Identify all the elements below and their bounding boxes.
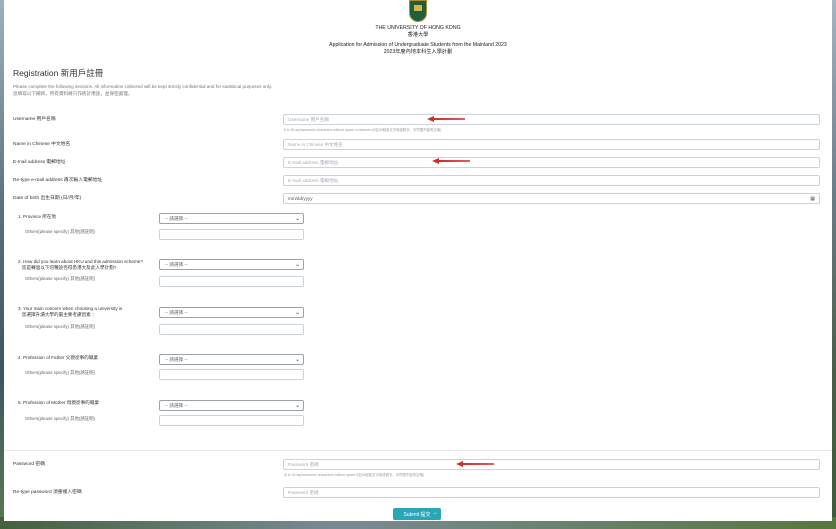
username-input[interactable]: Username 用戶名稱 (283, 114, 820, 125)
concern-other-input[interactable] (159, 324, 304, 335)
father-profession-select[interactable]: -- 請選擇 -- ⌄ (159, 354, 304, 365)
application-title-zh: 2023年度內地本科生入學計劃 (383, 49, 453, 55)
red-arrow-icon (427, 116, 465, 122)
question-5-other-label: Others(please specify) 其他(請註明) (25, 416, 96, 421)
submit-label: Submit 提交 (403, 512, 431, 518)
email-confirm-label: Re-type e-mail address 再次輸入電郵地址 (13, 178, 103, 183)
question-4-label: 4. Profession of Father 父親從事的職業 (18, 355, 98, 360)
chevron-down-icon: ⌄ (294, 262, 300, 268)
province-select[interactable]: -- 請選擇 -- ⌄ (159, 213, 304, 224)
question-4-other-label: Others(please specify) 其他(請註明) (25, 370, 96, 375)
submit-button[interactable]: Submit 提交 → (393, 508, 441, 520)
intro-text-en: Please complete the following sections. … (13, 84, 273, 89)
dob-input[interactable]: mm/dd/yyyy ▦ (283, 193, 820, 204)
email-confirm-input[interactable]: E-mail address 電郵地址 (283, 175, 820, 186)
calendar-icon[interactable]: ▦ (810, 196, 815, 202)
question-2-other-label: Others(please specify) 其他(請註明) (25, 276, 96, 281)
question-5-label: 5. Profession of Mother 母親從事的職業 (18, 400, 99, 405)
dob-label: Date of birth 出生日期 (日/月/年) (13, 196, 82, 201)
name-zh-label: Name in Chinese 中文姓名 (13, 142, 71, 147)
hku-crest-icon (409, 0, 427, 22)
province-other-input[interactable] (159, 229, 304, 240)
university-name-en: THE UNIVERSITY OF HONG KONG (375, 25, 461, 31)
password-confirm-input[interactable]: Password 密碼 (283, 487, 820, 498)
registration-card: THE UNIVERSITY OF HONG KONG 香港大學 Applica… (4, 0, 832, 521)
question-3-other-label: Others(please specify) 其他(請註明) (25, 324, 96, 329)
password-label: Password 密碼 (13, 462, 45, 467)
question-1-other-label: Others(please specify) 其他(請註明) (25, 229, 96, 234)
chevron-down-icon: ⌄ (294, 403, 300, 409)
concern-select[interactable]: -- 請選擇 -- ⌄ (159, 307, 304, 318)
learn-source-select[interactable]: -- 請選擇 -- ⌄ (159, 259, 304, 270)
father-profession-other-input[interactable] (159, 369, 304, 380)
email-input[interactable]: E-mail address 電郵地址 (283, 157, 820, 168)
mother-profession-other-input[interactable] (159, 415, 304, 426)
intro-text-zh: 您填寫以下欄目，所有資料將只作統計用途，並保密處理。 (13, 91, 133, 96)
dob-value: mm/dd/yyyy (288, 196, 313, 201)
email-label: E-mail address 電郵地址 (13, 160, 66, 165)
red-arrow-icon (432, 158, 470, 164)
application-title-en: Application for Admission of Undergradua… (329, 42, 507, 48)
question-1-label: 1. Province 所在地 (18, 214, 57, 219)
password-confirm-label: Re-type password 須重複入密碼 (13, 490, 82, 495)
chevron-down-icon: ⌄ (294, 310, 300, 316)
learn-source-other-input[interactable] (159, 276, 304, 287)
password-input[interactable]: Password 密碼 (283, 459, 820, 470)
password-hint: (8 to 30 alphanumeric characters without… (284, 473, 424, 477)
question-3-label: 3. Your main concern when choosing a uni… (18, 306, 123, 317)
username-label: Username 用戶名稱 (13, 117, 56, 122)
page-title: Registration 新用戶註冊 (13, 68, 104, 78)
arrow-right-icon: → (432, 510, 438, 516)
mother-profession-select[interactable]: -- 請選擇 -- ⌄ (159, 400, 304, 411)
divider (4, 450, 832, 451)
username-hint: 8 to 30 alphanumeric characters without … (284, 128, 442, 132)
question-2-label: 2. How did you learn about HKU and this … (18, 259, 143, 270)
name-zh-input[interactable]: Name in Chinese 中文姓名 (283, 139, 820, 150)
chevron-down-icon: ⌄ (294, 216, 300, 222)
university-name-zh: 香港大學 (407, 32, 429, 38)
red-arrow-icon (456, 461, 494, 467)
chevron-down-icon: ⌄ (294, 357, 300, 363)
page-header: THE UNIVERSITY OF HONG KONG 香港大學 Applica… (4, 0, 832, 56)
